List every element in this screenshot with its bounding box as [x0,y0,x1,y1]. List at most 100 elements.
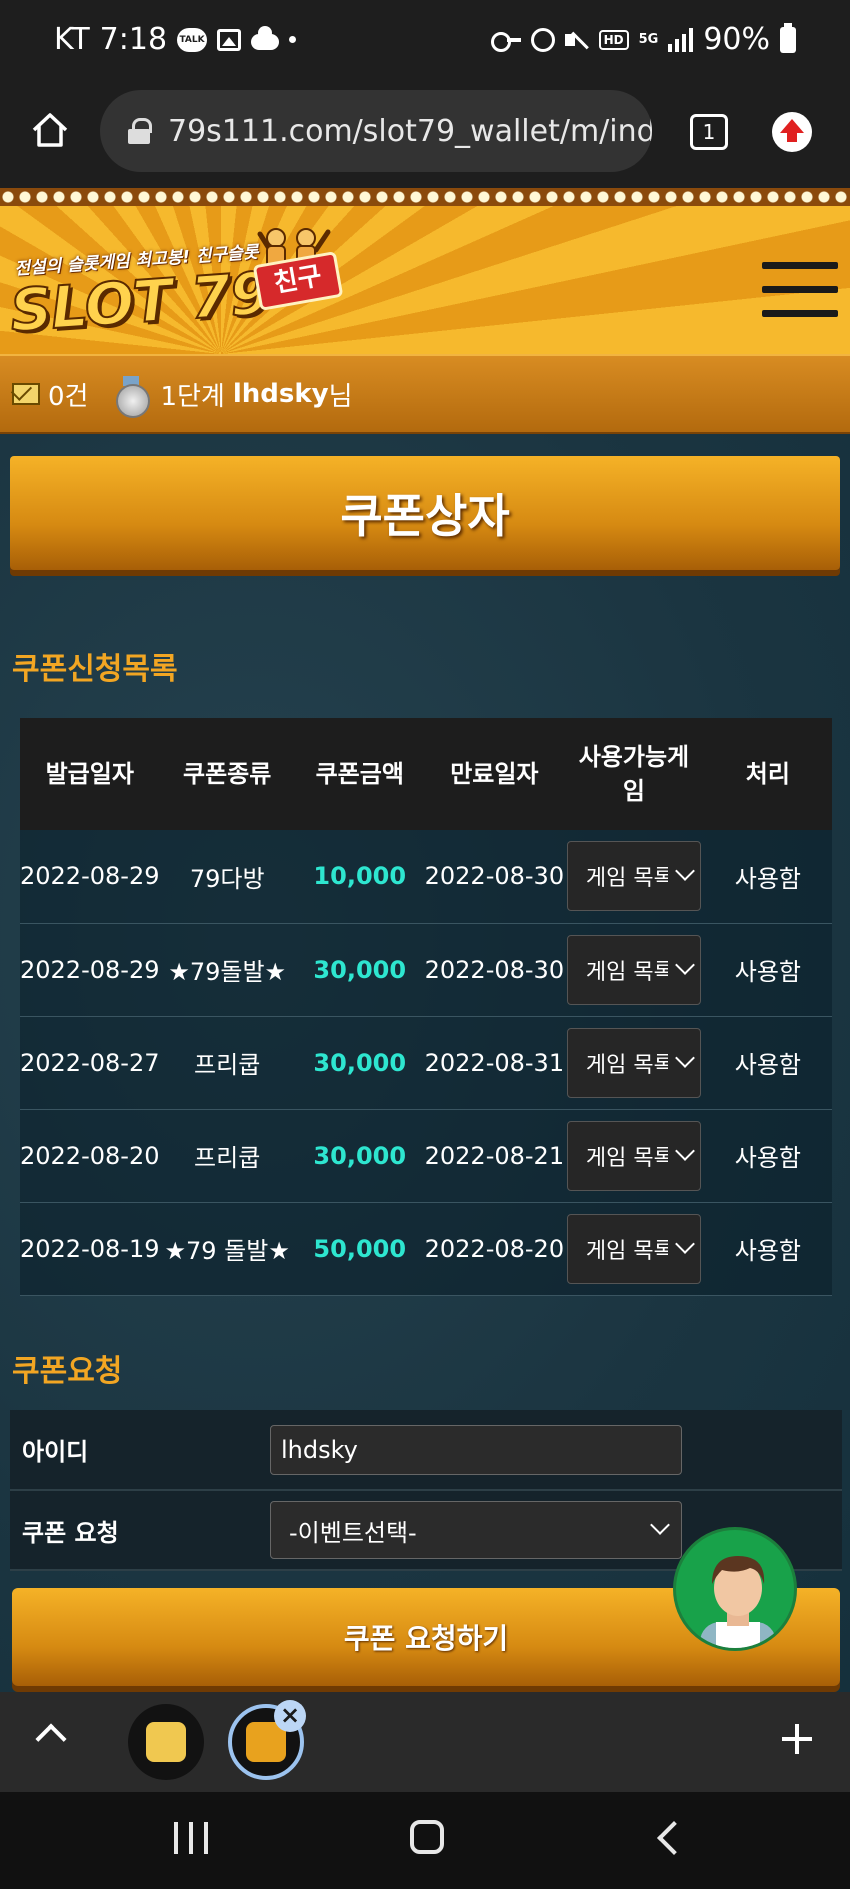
marquee-lights [0,188,850,206]
issue-date: 2022-08-19 [20,1202,160,1296]
alarm-icon [530,27,555,52]
hamburger-menu-icon[interactable] [762,262,838,318]
medal-icon [116,376,151,418]
column-header: 만료일자 [424,718,565,830]
clock: 7:18 [99,22,168,57]
chevron-down-icon [675,1140,695,1161]
table-row: 2022-08-27 프리쿱 30,000 2022-08-31 게임 목록 사… [20,1016,832,1110]
lock-icon[interactable] [128,118,152,144]
image-notification-icon [217,28,242,51]
coupon-list-title: 쿠폰신청목록 [12,652,178,687]
coupon-request-label: 쿠폰 요청 [10,1490,270,1571]
coupon-type: 프리쿱 [159,1109,295,1203]
update-icon[interactable] [772,112,812,152]
user-info-bar: 0건 1단계 lhdsky 님 [0,354,850,434]
coupon-status: 사용함 [703,1016,832,1110]
game-list-select[interactable]: 게임 목록 [566,1213,701,1284]
game-list-select[interactable]: 게임 목록 [566,841,701,912]
battery-percent: 90% [703,22,770,57]
coupon-status: 사용함 [703,1109,832,1203]
issue-date: 2022-08-27 [20,1016,160,1110]
home-icon[interactable] [30,110,70,150]
address-bar[interactable]: 79s111.com/slot79_wallet/m/index [100,90,652,172]
coupon-type: ★79 돌발★ [159,1202,295,1296]
coupon-amount: 30,000 [294,1109,425,1203]
android-nav-bar [0,1792,850,1889]
recents-icon[interactable] [174,1822,208,1854]
chevron-down-icon [675,954,695,975]
game-list-select[interactable]: 게임 목록 [566,934,701,1005]
coupon-type: ★79돌발★ [159,923,295,1017]
coupon-amount: 50,000 [294,1202,425,1296]
column-header: 발급일자 [20,718,160,830]
site-header: 전설의 슬롯게임 최고봉! 친구슬롯 SLOT 79 [0,188,850,354]
chat-support-avatar[interactable] [673,1527,797,1651]
id-label: 아이디 [10,1410,270,1491]
signal-strength-icon [668,27,694,52]
coupon-type: 프리쿱 [159,1016,295,1110]
coupon-list-table: 발급일자 쿠폰종류 쿠폰금액 만료일자 사용가능게임 처리 2022-08-29… [20,718,832,1296]
expire-date: 2022-08-30 [424,923,565,1017]
browser-tab-strip [0,1692,850,1792]
main-content: 쿠폰상자 쿠폰신청목록 발급일자 쿠폰종류 쿠폰금액 만료일자 사용가능게임 처… [0,434,850,1692]
table-header-row: 발급일자 쿠폰종류 쿠폰금액 만료일자 사용가능게임 처리 [20,718,832,830]
id-field[interactable]: lhdsky [270,1424,682,1475]
more-notifications-dot-icon [289,36,297,43]
coupon-status: 사용함 [703,1202,832,1296]
tab-thumbnail-slot[interactable] [128,1704,204,1780]
url-text: 79s111.com/slot79_wallet/m/index [168,113,652,149]
page-title-banner: 쿠폰상자 [10,456,840,570]
issue-date: 2022-08-29 [20,830,160,924]
expire-date: 2022-08-21 [424,1109,565,1203]
game-list-select[interactable]: 게임 목록 [566,1120,701,1191]
chevron-down-icon [675,1233,695,1254]
column-header: 쿠폰종류 [159,718,295,830]
username-suffix: 님 [328,381,353,412]
table-row: 2022-08-19 ★79 돌발★ 50,000 2022-08-20 게임 … [20,1202,832,1296]
mute-icon [564,28,589,52]
coupon-amount: 30,000 [294,923,425,1017]
form-row-id: 아이디 lhdsky [10,1410,842,1491]
tab-switcher-button[interactable]: 1 [690,114,728,150]
hd-voice-icon: HD [598,29,629,50]
column-header: 쿠폰금액 [294,718,425,830]
column-header: 처리 [703,718,832,830]
coupon-status: 사용함 [703,923,832,1017]
coupon-amount: 10,000 [294,830,425,924]
home-nav-icon[interactable] [410,1820,444,1854]
expand-tabs-icon[interactable] [35,1723,67,1755]
chevron-down-icon [675,861,695,882]
chevron-down-icon [675,1047,695,1068]
chevron-down-icon [650,1515,670,1535]
close-tab-icon[interactable]: × [274,1700,306,1732]
vpn-key-icon [490,31,521,52]
issue-date: 2022-08-29 [20,923,160,1017]
coupon-request-title: 쿠폰요청 [12,1354,123,1389]
status-bar: KT 7:18 TALK HD 5G 90% [0,0,850,86]
column-header: 사용가능게임 [564,718,704,830]
carrier-label: KT [54,22,90,57]
event-select[interactable]: -이벤트선택- [270,1501,682,1559]
game-list-select[interactable]: 게임 목록 [566,1027,701,1098]
coupon-amount: 30,000 [294,1016,425,1110]
plus-icon[interactable] [782,1724,812,1754]
table-row: 2022-08-20 프리쿱 30,000 2022-08-21 게임 목록 사… [20,1109,832,1203]
network-type-icon: 5G [638,31,659,47]
expire-date: 2022-08-30 [424,830,565,924]
message-count[interactable]: 0건 [48,376,88,413]
cloud-icon [251,25,280,50]
slot-machine-icon [146,1722,186,1762]
battery-icon [780,22,796,53]
browser-toolbar: 79s111.com/slot79_wallet/m/index 1 [0,86,850,188]
mail-icon[interactable] [12,383,40,405]
user-level: 1단계 [160,381,225,412]
kakaotalk-icon: TALK [177,27,208,52]
coupon-status: 사용함 [703,830,832,924]
issue-date: 2022-08-20 [20,1109,160,1203]
coupon-type: 79다방 [159,830,295,924]
table-row: 2022-08-29 79다방 10,000 2022-08-30 게임 목록 … [20,830,832,924]
back-icon[interactable] [657,1821,691,1855]
table-row: 2022-08-29 ★79돌발★ 30,000 2022-08-30 게임 목… [20,923,832,1017]
page-title: 쿠폰상자 [340,489,510,543]
expire-date: 2022-08-31 [424,1016,565,1110]
